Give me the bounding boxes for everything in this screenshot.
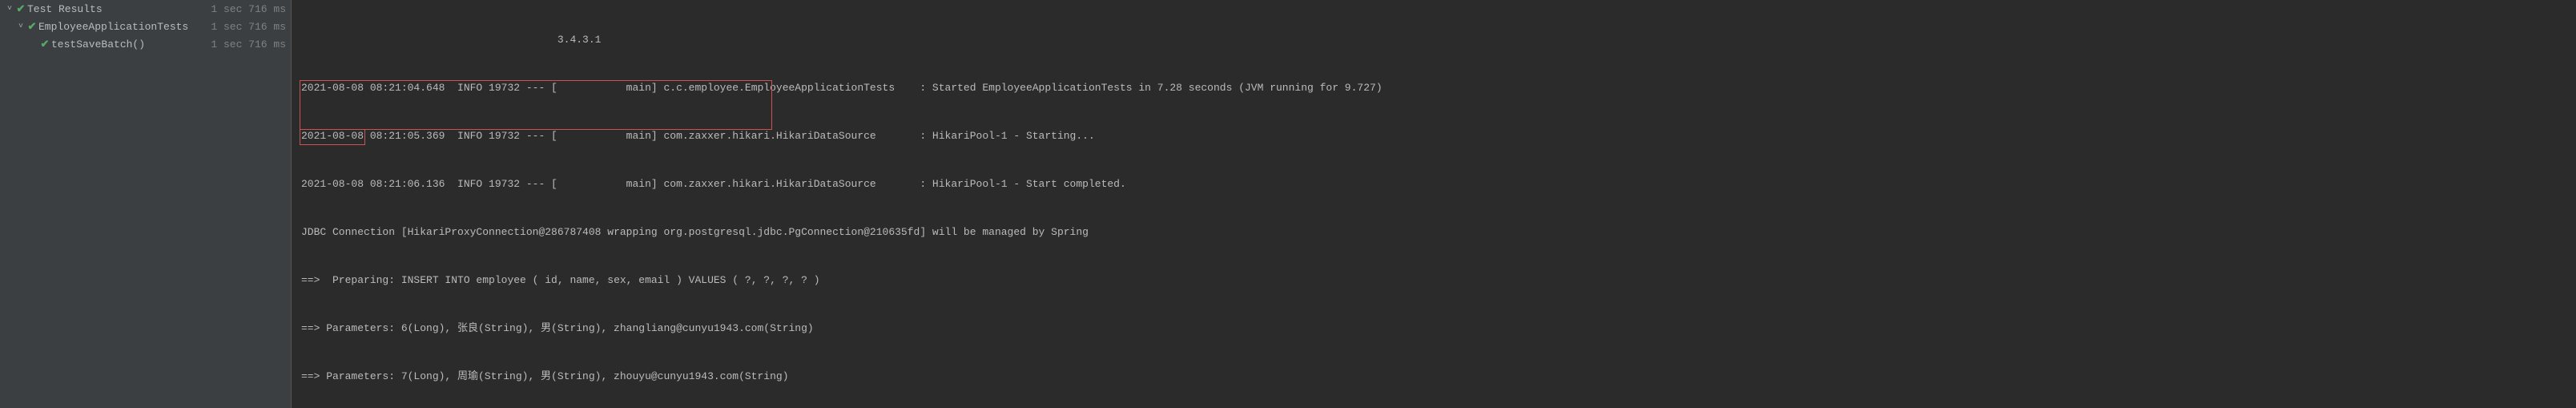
tree-node-time: 1 sec 716 ms	[204, 38, 286, 50]
check-icon: ✔	[26, 21, 38, 33]
tree-suite-node[interactable]: ˅ ✔ EmployeeApplicationTests 1 sec 716 m…	[0, 18, 291, 35]
tree-node-time: 1 sec 716 ms	[204, 21, 286, 33]
console-line: JDBC Connection [HikariProxyConnection@2…	[301, 224, 2566, 240]
console-line: ==> Preparing: INSERT INTO employee ( id…	[301, 273, 2566, 289]
root-panel: ˅ ✔ Test Results 1 sec 716 ms ˅ ✔ Employ…	[0, 0, 2576, 408]
tree-node-time: 1 sec 716 ms	[204, 3, 286, 15]
check-icon: ✔	[14, 3, 27, 15]
console-line: 2021-08-08 08:21:05.369 INFO 19732 --- […	[301, 128, 2566, 144]
console-line: 2021-08-08 08:21:06.136 INFO 19732 --- […	[301, 176, 2566, 192]
tree-test-node[interactable]: ✔ testSaveBatch() 1 sec 716 ms	[0, 35, 291, 53]
check-icon: ✔	[38, 38, 51, 50]
console-line: ==> Parameters: 6(Long), 张良(String), 男(S…	[301, 321, 2566, 337]
chevron-down-icon[interactable]: ˅	[16, 22, 26, 31]
console-line: 3.4.3.1	[301, 32, 2566, 48]
test-results-tree[interactable]: ˅ ✔ Test Results 1 sec 716 ms ˅ ✔ Employ…	[0, 0, 292, 408]
tree-root-node[interactable]: ˅ ✔ Test Results 1 sec 716 ms	[0, 0, 291, 18]
tree-node-label: testSaveBatch()	[51, 38, 204, 50]
chevron-down-icon[interactable]: ˅	[5, 5, 14, 14]
tree-node-label: Test Results	[27, 3, 204, 15]
console-line: ==> Parameters: 7(Long), 周瑜(String), 男(S…	[301, 369, 2566, 385]
tree-node-label: EmployeeApplicationTests	[38, 21, 204, 33]
console-output[interactable]: 3.4.3.1 2021-08-08 08:21:04.648 INFO 197…	[292, 0, 2576, 408]
console-line: 2021-08-08 08:21:04.648 INFO 19732 --- […	[301, 80, 2566, 96]
